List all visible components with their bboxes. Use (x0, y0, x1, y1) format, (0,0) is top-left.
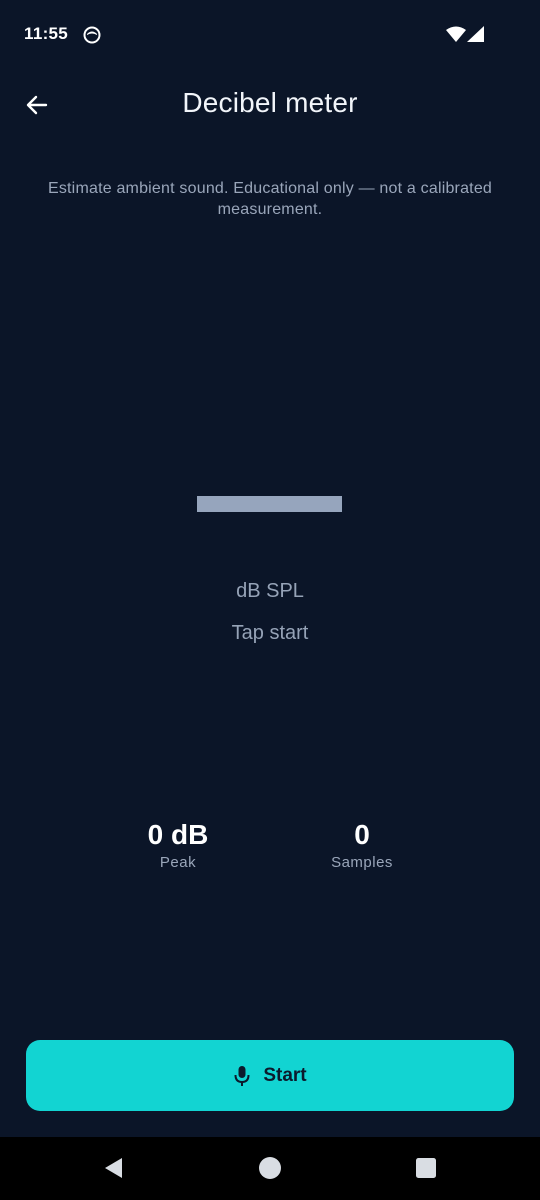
status-time: 11:55 (24, 24, 69, 43)
nav-recents-icon (416, 1158, 436, 1178)
nav-home-button[interactable] (255, 1153, 285, 1183)
peak-stat: 0 dB Peak (98, 818, 258, 871)
system-nav-bar (0, 1137, 540, 1200)
peak-label: Peak (159, 854, 197, 871)
start-label: Start (263, 1064, 307, 1086)
status-bar: 11:55 (0, 0, 540, 70)
start-button[interactable]: Start (26, 1040, 514, 1111)
nav-recents-button[interactable] (411, 1153, 441, 1183)
nav-home-icon (259, 1157, 281, 1179)
notification-face-icon (83, 26, 101, 44)
measurement-status: Tap start (231, 622, 309, 644)
sound-level-bar (197, 496, 342, 512)
microphone-icon (234, 1066, 250, 1086)
nav-back-button[interactable] (99, 1153, 129, 1183)
unit-label: dB SPL (236, 580, 304, 602)
samples-value: 0 (354, 819, 370, 850)
disclaimer-text: Estimate ambient sound. Educational only… (47, 180, 493, 218)
peak-value: 0 dB (147, 819, 209, 850)
page-title: Decibel meter (182, 87, 358, 118)
samples-label: Samples (331, 854, 393, 871)
cell-signal-icon (467, 26, 484, 42)
app-bar: Decibel meter (0, 70, 540, 142)
samples-stat: 0 Samples (282, 818, 442, 871)
wifi-icon (446, 26, 466, 42)
nav-back-icon (105, 1158, 122, 1178)
